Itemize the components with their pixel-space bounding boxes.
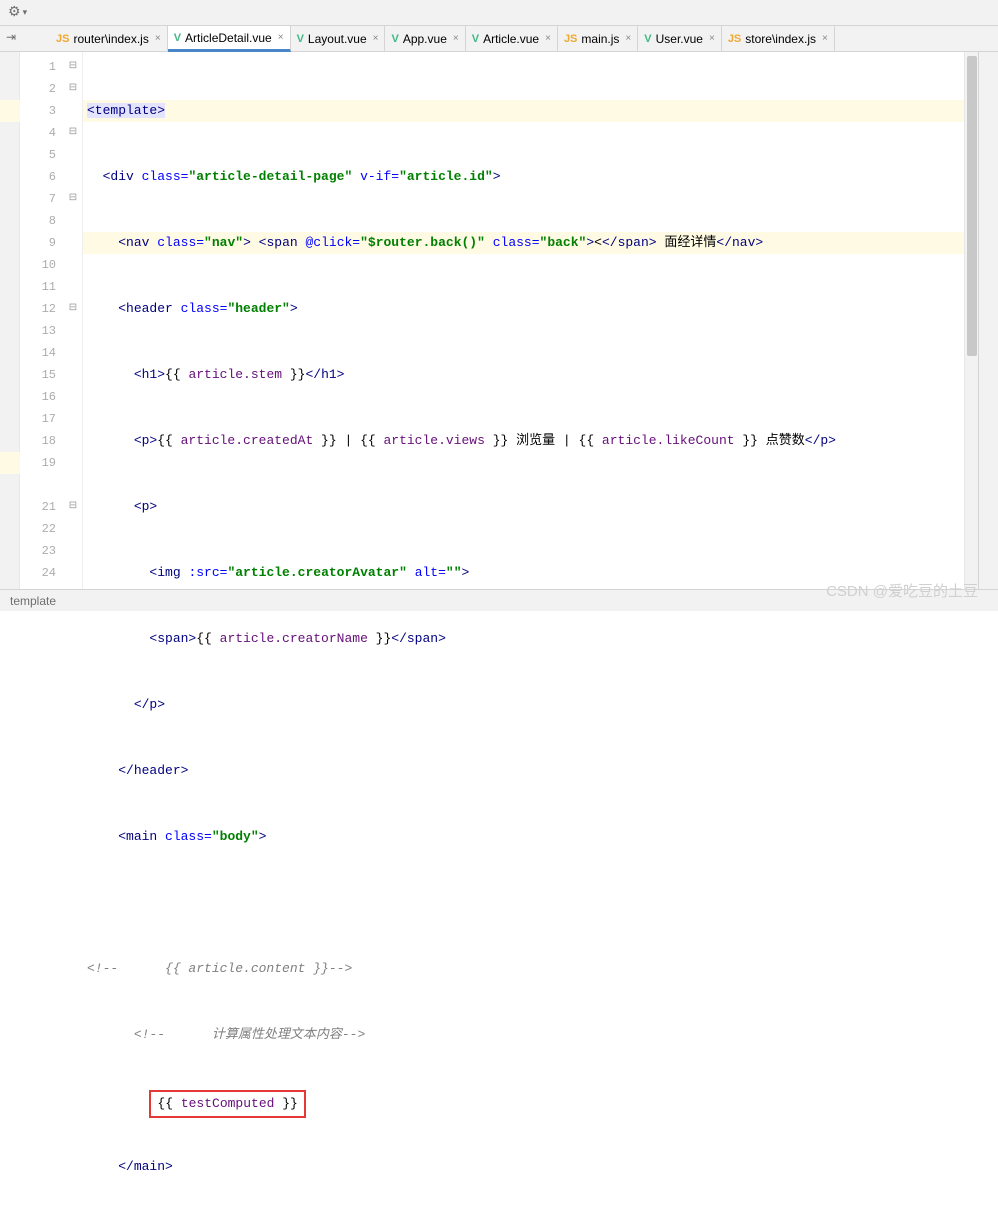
- fold-toggle-icon[interactable]: ⊟: [64, 56, 82, 78]
- line-number[interactable]: 1: [20, 56, 64, 78]
- tab-label: User.vue: [656, 32, 703, 46]
- tab-articledetail-vue[interactable]: V ArticleDetail.vue ×: [168, 26, 291, 52]
- line-number[interactable]: 4: [20, 122, 64, 144]
- fold-toggle-icon[interactable]: ⊟: [64, 78, 82, 100]
- line-number[interactable]: 12: [20, 298, 64, 320]
- line-number[interactable]: 22: [20, 518, 64, 540]
- code-line-11[interactable]: </header>: [83, 760, 964, 782]
- vertical-scrollbar[interactable]: [964, 52, 978, 589]
- close-icon[interactable]: ×: [155, 33, 161, 44]
- tabs-bar: ⇥ JSrouter\index.js×VArticleDetail.vue×V…: [0, 26, 998, 52]
- code-content[interactable]: <template> <div class="article-detail-pa…: [82, 52, 964, 589]
- line-number[interactable]: 15: [20, 364, 64, 386]
- code-line-3[interactable]: <nav class="nav"> <span @click="$router.…: [83, 232, 964, 254]
- line-number[interactable]: 13: [20, 320, 64, 342]
- code-line-5[interactable]: <h1>{{ article.stem }}</h1>: [83, 364, 964, 386]
- fold-toggle-icon[interactable]: ⊟: [64, 496, 82, 518]
- line-number-gutter: 123456789101112131415161718192122232425: [20, 52, 64, 589]
- highlighted-box: {{ testComputed }}: [149, 1090, 305, 1118]
- code-line-15[interactable]: <!-- 计算属性处理文本内容-->: [83, 1024, 964, 1046]
- line-number[interactable]: [20, 474, 64, 496]
- close-icon[interactable]: ×: [625, 33, 631, 44]
- js-file-icon: JS: [56, 33, 69, 45]
- js-file-icon: JS: [564, 33, 577, 45]
- code-line-14[interactable]: <!-- {{ article.content }}-->: [83, 958, 964, 980]
- line-number[interactable]: 23: [20, 540, 64, 562]
- tab-label: store\index.js: [745, 32, 816, 46]
- vue-file-icon: V: [174, 32, 181, 44]
- line-number[interactable]: 18: [20, 430, 64, 452]
- collapse-icon[interactable]: ⇥: [6, 30, 16, 45]
- tab-label: Layout.vue: [308, 32, 367, 46]
- tab-user-vue[interactable]: V User.vue ×: [638, 26, 722, 51]
- right-sidebar: [978, 52, 998, 589]
- fold-gutter: ⊟⊟⊟⊟⊟⊟: [64, 52, 82, 589]
- tab-label: App.vue: [403, 32, 447, 46]
- line-number[interactable]: 3: [20, 100, 64, 122]
- vue-file-icon: V: [472, 33, 479, 45]
- tab-label: router\index.js: [73, 32, 148, 46]
- gear-icon[interactable]: ⚙: [8, 4, 21, 21]
- line-number[interactable]: 9: [20, 232, 64, 254]
- vue-file-icon: V: [297, 33, 304, 45]
- line-number[interactable]: 14: [20, 342, 64, 364]
- code-line-6[interactable]: <p>{{ article.createdAt }} | {{ article.…: [83, 430, 964, 452]
- line-number[interactable]: 11: [20, 276, 64, 298]
- fold-toggle-icon[interactable]: ⊟: [64, 188, 82, 210]
- line-number[interactable]: 24: [20, 562, 64, 584]
- dropdown-icon[interactable]: ▾: [23, 8, 28, 18]
- editor-area: 123456789101112131415161718192122232425 …: [0, 52, 998, 589]
- line-number[interactable]: 21: [20, 496, 64, 518]
- code-line-13[interactable]: [83, 892, 964, 914]
- line-number[interactable]: 2: [20, 78, 64, 100]
- tab-app-vue[interactable]: V App.vue ×: [385, 26, 465, 51]
- tab-router-index-js[interactable]: JS router\index.js ×: [50, 26, 168, 51]
- fold-toggle-icon[interactable]: ⊟: [64, 122, 82, 144]
- close-icon[interactable]: ×: [453, 33, 459, 44]
- tab-label: ArticleDetail.vue: [185, 31, 272, 45]
- code-line-1[interactable]: <template>: [83, 100, 964, 122]
- close-icon[interactable]: ×: [709, 33, 715, 44]
- tab-label: main.js: [581, 32, 619, 46]
- code-line-4[interactable]: <header class="header">: [83, 298, 964, 320]
- close-icon[interactable]: ×: [278, 32, 284, 43]
- tab-label: Article.vue: [483, 32, 539, 46]
- close-icon[interactable]: ×: [822, 33, 828, 44]
- tab-layout-vue[interactable]: V Layout.vue ×: [291, 26, 386, 51]
- watermark: CSDN @爱吃豆的土豆: [826, 580, 978, 601]
- top-toolbar: ⚙ ▾: [0, 0, 998, 26]
- code-line-7[interactable]: <p>: [83, 496, 964, 518]
- code-line-10[interactable]: </p>: [83, 694, 964, 716]
- line-number[interactable]: 10: [20, 254, 64, 276]
- line-number[interactable]: 16: [20, 386, 64, 408]
- line-number[interactable]: 8: [20, 210, 64, 232]
- line-number[interactable]: 17: [20, 408, 64, 430]
- scroll-thumb[interactable]: [967, 56, 977, 356]
- code-line-16[interactable]: {{ testComputed }}: [83, 1090, 964, 1112]
- line-number[interactable]: 5: [20, 144, 64, 166]
- left-gutter: [0, 52, 20, 589]
- code-line-17[interactable]: </main>: [83, 1156, 964, 1178]
- vue-file-icon: V: [644, 33, 651, 45]
- fold-toggle-icon[interactable]: ⊟: [64, 298, 82, 320]
- breadcrumb[interactable]: template: [10, 594, 56, 608]
- line-number[interactable]: 19: [20, 452, 64, 474]
- vue-file-icon: V: [391, 33, 398, 45]
- tab-article-vue[interactable]: V Article.vue ×: [466, 26, 558, 51]
- code-line-12[interactable]: <main class="body">: [83, 826, 964, 848]
- tab-main-js[interactable]: JS main.js ×: [558, 26, 638, 51]
- js-file-icon: JS: [728, 33, 741, 45]
- code-line-9[interactable]: <span>{{ article.creatorName }}</span>: [83, 628, 964, 650]
- line-number[interactable]: 7: [20, 188, 64, 210]
- line-number[interactable]: 6: [20, 166, 64, 188]
- close-icon[interactable]: ×: [545, 33, 551, 44]
- code-line-2[interactable]: <div class="article-detail-page" v-if="a…: [83, 166, 964, 188]
- tab-store-index-js[interactable]: JS store\index.js ×: [722, 26, 835, 51]
- close-icon[interactable]: ×: [373, 33, 379, 44]
